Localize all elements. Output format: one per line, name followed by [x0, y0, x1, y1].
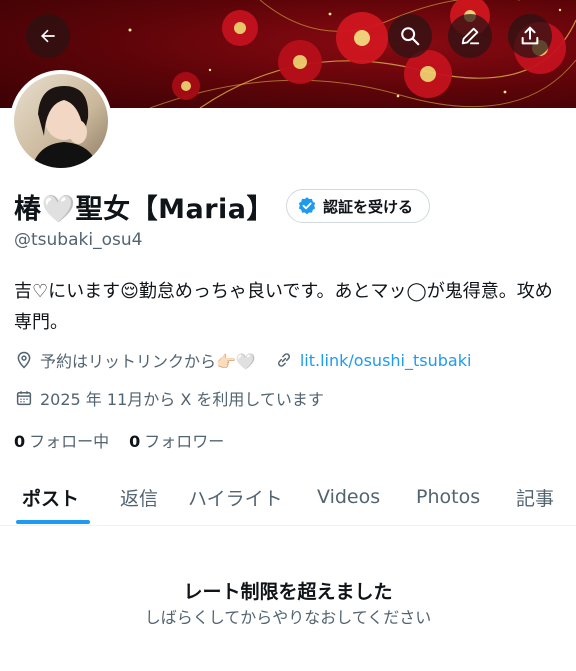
followers-label: フォロワー [144, 432, 225, 451]
location-text: 予約はリットリンクから👉🏻🤍 [40, 352, 256, 371]
link-icon [274, 350, 294, 370]
share-button[interactable] [508, 14, 552, 58]
rate-limit-title: レート制限を超えました [183, 581, 393, 603]
following-label: フォロー中 [29, 432, 110, 451]
pencil-icon [461, 27, 480, 45]
tab-articles[interactable]: 記事 [516, 468, 554, 526]
user-handle: @tsubaki_osu4 [14, 230, 143, 250]
following-count: 0 [14, 432, 26, 451]
calendar-icon [14, 388, 34, 408]
tab-posts[interactable]: ポスト [22, 468, 79, 526]
name-row: 椿🤍聖女【Maria】 認証を受ける [14, 186, 431, 226]
followers-count: 0 [129, 432, 141, 451]
rate-limit-subtitle: しばらくしてからやりなおしてください [144, 608, 432, 627]
profile-bio: 吉♡にいます😌勤怠めっちゃ良いです。あとマッ◯が鬼得意。攻め専門。 [14, 281, 553, 333]
following-link[interactable]: 0 フォロー中 [14, 428, 109, 452]
follow-counts: 0 フォロー中 0 フォロワー [14, 428, 244, 452]
profile-avatar[interactable] [10, 70, 112, 172]
joined-text: 2025 年 11月から X を利用しています [40, 390, 324, 409]
get-verified-button[interactable]: 認証を受ける [286, 189, 431, 223]
tab-replies[interactable]: 返信 [120, 468, 158, 526]
tab-videos[interactable]: Videos [317, 468, 380, 526]
avatar-photo [14, 74, 108, 168]
share-upload-icon [521, 26, 539, 45]
arrow-left-icon [41, 29, 55, 43]
back-button[interactable] [26, 14, 70, 58]
location-link-row: 予約はリットリンクから👉🏻🤍 lit.link/osushi_tsubaki [14, 348, 471, 372]
profile-tabs: ポスト 返信 ハイライト Videos Photos 記事 [0, 468, 576, 526]
active-tab-indicator [16, 520, 90, 524]
edit-button[interactable] [448, 14, 492, 58]
profile-website-link[interactable]: lit.link/osushi_tsubaki [300, 351, 472, 370]
followers-link[interactable]: 0 フォロワー [129, 428, 224, 452]
search-icon [401, 27, 420, 46]
location-pin-icon [14, 350, 34, 370]
joined-date-row: 2025 年 11月から X を利用しています [14, 386, 324, 410]
search-button[interactable] [388, 14, 432, 58]
get-verified-label: 認証を受ける [323, 197, 414, 216]
verified-badge-icon [298, 197, 316, 215]
display-name: 椿🤍聖女【Maria】 [14, 193, 274, 225]
tab-photos[interactable]: Photos [416, 468, 480, 526]
tab-highlights[interactable]: ハイライト [188, 468, 283, 526]
